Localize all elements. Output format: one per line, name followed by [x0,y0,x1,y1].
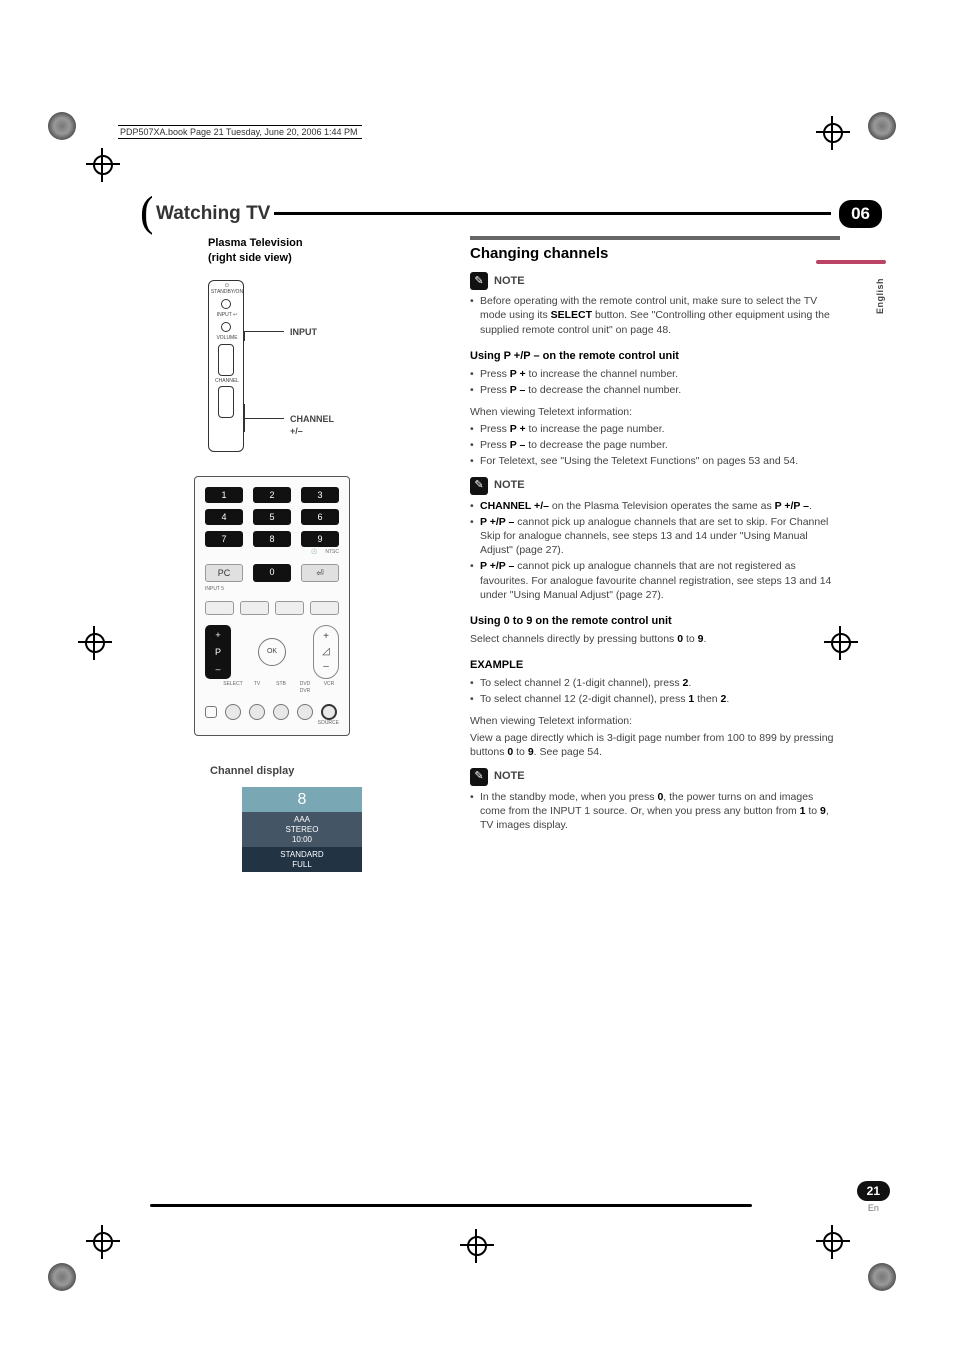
remote-mode-button [273,704,289,720]
label-input: INPUT [290,326,317,338]
remote-key: 6 [301,509,339,525]
note-text: Before operating with the remote control… [470,294,840,337]
body-text: When viewing Teletext information: [470,714,840,728]
note-text: In the standby mode, when you press 0, t… [470,790,840,833]
remote-key: 9 [301,531,339,547]
remote-illustration: 1 2 3 4 5 6 7 8 9 🕘 NTSC PC 0 ⏎ INPUT 5 [194,476,440,736]
remote-key: 8 [253,531,291,547]
remote-key: 5 [253,509,291,525]
channel-display-illustration: 8 AAA STEREO 10:00 STANDARD FULL [242,787,362,873]
accent-bar [816,260,886,264]
crop-mark-icon [86,148,120,182]
input-button-icon [221,322,231,332]
note-text: P +/P – cannot pick up analogue channels… [470,515,840,558]
channel-number: 8 [242,787,362,813]
note-text: CHANNEL +/– on the Plasma Television ope… [470,499,840,513]
remote-source-button [321,704,337,720]
left-column: Plasma Television (right side view) ⏻STA… [150,236,440,872]
note-box: ✎ NOTE [470,272,840,290]
crop-mark-icon [816,1225,850,1259]
remote-key: 3 [301,487,339,503]
section-heading: Changing channels [470,236,840,264]
remote-vol-rocker: + ◿ – [313,625,339,679]
body-text: When viewing Teletext information: [470,405,840,419]
channel-info: AAA STEREO 10:00 [242,812,362,847]
note-label: NOTE [494,274,525,289]
rule-line [274,212,831,215]
remote-key-0: 0 [253,564,291,582]
language-tab: English [874,278,886,314]
subheading: Using 0 to 9 on the remote control unit [470,614,840,629]
remote-mode-button [297,704,313,720]
chapter-title: Watching TV [152,203,270,225]
remote-ok-button: OK [258,638,286,666]
remote-p-rocker: + P – [205,625,231,679]
body-text: For Teletext, see "Using the Teletext Fu… [470,454,840,468]
paren-decoration: ( [140,186,152,237]
right-column: English Changing channels ✎ NOTE Before … [470,236,840,872]
input5-label: INPUT 5 [205,586,339,593]
pdf-header-strip: PDP507XA.book Page 21 Tuesday, June 20, … [118,125,362,139]
body-text: View a page directly which is 3-digit pa… [470,731,840,759]
body-text: Select channels directly by pressing but… [470,632,840,646]
page-number: 21 En [857,1181,890,1213]
print-registration-mark [868,1263,896,1291]
crop-mark-icon [460,1229,494,1263]
tv-side-heading: Plasma Television (right side view) [208,236,440,266]
chapter-header: ( Watching TV 06 [140,188,882,239]
note-text: P +/P – cannot pick up analogue channels… [470,559,840,602]
remote-mode-button [249,704,265,720]
tv-side-illustration: ⏻STANDBY/ON INPUT ↩︎ VOLUME CHANNEL INPU… [208,280,318,454]
pencil-icon: ✎ [470,477,488,495]
note-label: NOTE [494,478,525,493]
crop-mark-icon [86,1225,120,1259]
source-label: SOURCE [205,720,339,727]
body-text: Press P – to decrease the page number. [470,438,840,452]
note-label: NOTE [494,769,525,784]
remote-small-button [240,601,269,615]
subheading: Using P +/P – on the remote control unit [470,349,840,364]
remote-key: 4 [205,509,243,525]
remote-small-button [205,601,234,615]
print-registration-mark [868,112,896,140]
body-text: Press P – to decrease the channel number… [470,383,840,397]
footer-rule [150,1204,752,1207]
pencil-icon: ✎ [470,768,488,786]
body-text: Press P + to increase the page number. [470,422,840,436]
remote-key-pc: PC [205,564,243,582]
remote-key: 7 [205,531,243,547]
ntsc-label: NTSC [325,549,339,556]
label-channel: CHANNEL +/– [290,413,334,437]
crop-mark-icon [816,116,850,150]
crop-mark-icon [78,626,112,660]
volume-rocker-icon [218,344,234,376]
pencil-icon: ✎ [470,272,488,290]
remote-key-return: ⏎ [301,564,339,582]
print-registration-mark [48,1263,76,1291]
channel-rocker-icon [218,386,234,418]
remote-key: 2 [253,487,291,503]
chapter-number-badge: 06 [839,200,882,228]
remote-key: 1 [205,487,243,503]
channel-display-heading: Channel display [210,764,440,779]
body-text: Press P + to increase the channel number… [470,367,840,381]
body-text: To select channel 2 (1-digit channel), p… [470,676,840,690]
clock-icon: 🕘 [311,549,317,556]
remote-select-switch [205,706,217,718]
note-box: ✎ NOTE [470,768,840,786]
body-text: To select channel 12 (2-digit channel), … [470,692,840,706]
remote-small-button [310,601,339,615]
note-box: ✎ NOTE [470,477,840,495]
channel-mode: STANDARD FULL [242,847,362,872]
remote-mode-button [225,704,241,720]
print-registration-mark [48,112,76,140]
example-heading: EXAMPLE [470,658,840,673]
remote-small-button [275,601,304,615]
